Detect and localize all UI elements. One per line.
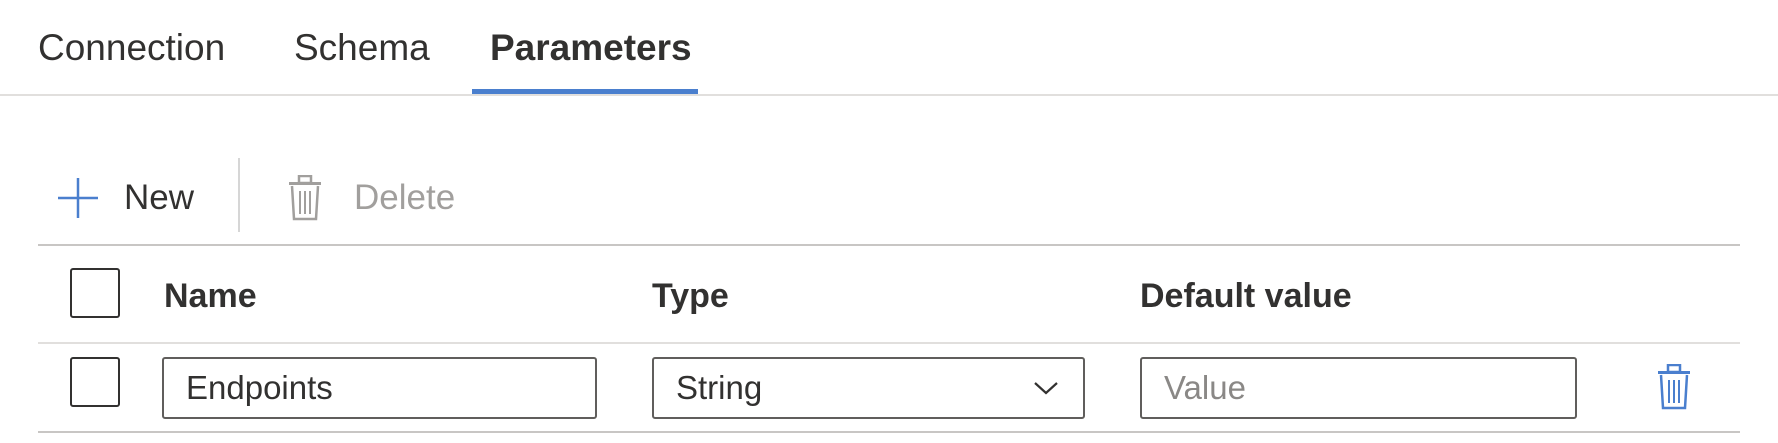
select-all-checkbox[interactable]	[70, 268, 120, 318]
tab-parameters[interactable]: Parameters	[490, 24, 692, 72]
default-value-input[interactable]	[1140, 357, 1577, 419]
column-header-type: Type	[652, 277, 729, 315]
new-button[interactable]: New	[56, 170, 194, 226]
parameter-type-value: String	[676, 369, 763, 406]
toolbar-separator	[238, 158, 240, 232]
row-divider	[38, 431, 1740, 433]
column-header-name: Name	[164, 277, 257, 315]
row-checkbox[interactable]	[70, 357, 120, 407]
chevron-down-icon	[1034, 382, 1058, 395]
parameter-type-select[interactable]: String	[652, 357, 1085, 419]
plus-icon	[58, 178, 98, 218]
new-button-label: New	[124, 178, 195, 217]
header-divider	[38, 342, 1740, 344]
tab-connection[interactable]: Connection	[38, 24, 225, 72]
tab-bar-divider	[0, 94, 1778, 96]
tab-schema[interactable]: Schema	[294, 24, 430, 72]
parameter-name-input[interactable]	[162, 357, 597, 419]
delete-button[interactable]: Delete	[286, 170, 455, 226]
delete-button-label: Delete	[354, 178, 456, 217]
trash-icon[interactable]	[1655, 364, 1693, 410]
tab-bar: Connection Schema Parameters	[0, 0, 1778, 96]
trash-icon	[289, 175, 321, 221]
column-header-default-value: Default value	[1140, 277, 1352, 315]
toolbar-divider	[38, 244, 1740, 246]
